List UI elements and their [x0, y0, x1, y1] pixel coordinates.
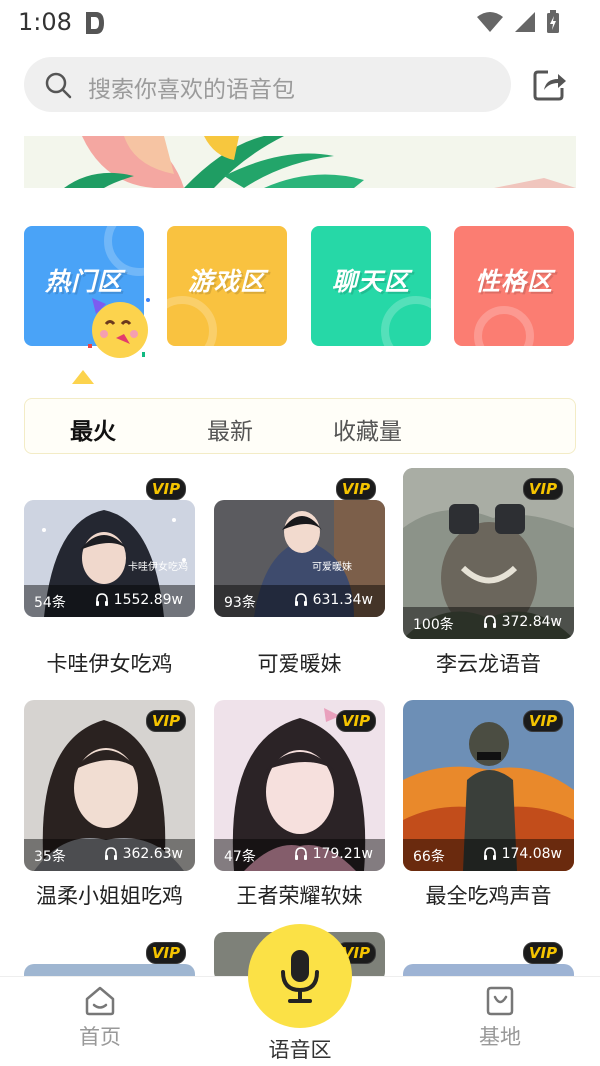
category-game[interactable]: 游戏区 [167, 226, 287, 346]
headphones-icon [483, 847, 496, 860]
card-count: 54条 [34, 595, 66, 611]
vip-badge: VIP [523, 942, 563, 964]
notification-d-icon [86, 12, 104, 34]
card-title: 李云龙语音 [436, 652, 541, 676]
voice-mic-button[interactable] [248, 924, 352, 1028]
vip-badge: VIP [146, 710, 186, 732]
card-count: 35条 [34, 849, 66, 865]
card-plays: 362.63w [104, 846, 183, 862]
category-label: 性格区 [474, 267, 553, 296]
category-label: 聊天区 [331, 267, 410, 296]
thumbnail-caption: 可爱暖妹 [312, 562, 352, 573]
card-plays: 179.21w [294, 846, 373, 862]
home-icon [85, 986, 115, 1016]
card-plays-value: 174.08w [501, 846, 562, 862]
vip-badge: VIP [146, 478, 186, 500]
card-title: 王者荣耀软妹 [236, 884, 363, 908]
card-plays: 1552.89w [95, 592, 183, 608]
thumbnail-caption: 卡哇伊女吃鸡 [128, 562, 188, 573]
category-decoration [381, 296, 431, 346]
vip-badge: VIP [336, 478, 376, 500]
card-plays: 372.84w [483, 614, 562, 630]
battery-icon [547, 10, 559, 33]
card-thumbnail: 卡哇伊女吃鸡 54条 1552.89w [24, 500, 195, 617]
card-meta: 54条 1552.89w [24, 585, 195, 617]
card-count: 66条 [413, 849, 445, 865]
share-icon[interactable] [532, 66, 568, 102]
headphones-icon [294, 847, 307, 860]
tab-hottest[interactable]: 最火 [70, 412, 116, 446]
tab-favorites[interactable]: 收藏量 [333, 412, 402, 446]
card-plays-value: 372.84w [501, 614, 562, 630]
card-title: 卡哇伊女吃鸡 [46, 652, 173, 676]
card-count: 93条 [224, 595, 256, 611]
card-plays: 631.34w [294, 592, 373, 608]
signal-icon [515, 12, 535, 32]
microphone-icon [281, 950, 319, 1003]
confetti-icon [72, 370, 94, 384]
card-meta: 35条 362.63w [24, 839, 195, 871]
headphones-icon [95, 593, 108, 606]
search-icon [45, 72, 72, 99]
search-placeholder: 搜索你喜欢的语音包 [88, 77, 295, 103]
promo-banner[interactable] [24, 136, 576, 188]
status-time: 1:08 [18, 8, 72, 36]
category-label: 游戏区 [187, 267, 266, 296]
nav-voice-label: 语音区 [268, 1038, 332, 1062]
category-decoration [167, 296, 217, 346]
banner-art [24, 136, 576, 188]
card-title: 温柔小姐姐吃鸡 [36, 884, 183, 908]
status-bar: 1:08 [0, 0, 600, 48]
search-bar[interactable]: 搜索你喜欢的语音包 [24, 57, 511, 112]
card-title: 可爱暖妹 [257, 652, 342, 676]
headphones-icon [104, 847, 117, 860]
vip-badge: VIP [523, 478, 563, 500]
vip-badge: VIP [146, 942, 186, 964]
vip-badge: VIP [336, 710, 376, 732]
card-plays-value: 179.21w [312, 846, 373, 862]
sort-tabs: 最火 最新 收藏量 [24, 398, 576, 454]
tab-newest[interactable]: 最新 [207, 412, 253, 446]
card-meta: 100条 372.84w [403, 607, 574, 639]
card-meta: 66条 174.08w [403, 839, 574, 871]
card-meta: 93条 631.34w [214, 585, 385, 617]
card-count: 100条 [413, 617, 454, 633]
nav-home-label: 首页 [79, 1025, 121, 1049]
wifi-icon [477, 12, 503, 32]
card-plays-value: 1552.89w [113, 592, 183, 608]
category-chat[interactable]: 聊天区 [311, 226, 431, 346]
headphones-icon [483, 615, 496, 628]
card-meta: 47条 179.21w [214, 839, 385, 871]
headphones-icon [294, 593, 307, 606]
card-plays: 174.08w [483, 846, 562, 862]
vip-badge: VIP [523, 710, 563, 732]
nav-home[interactable]: 首页 [60, 985, 140, 1051]
card-thumbnail: 可爱暖妹 93条 631.34w [214, 500, 385, 617]
category-decoration [474, 306, 534, 346]
card-plays-value: 631.34w [312, 592, 373, 608]
category-label: 热门区 [44, 267, 123, 296]
nav-base[interactable]: 基地 [460, 985, 540, 1051]
base-icon [486, 986, 514, 1016]
category-personality[interactable]: 性格区 [454, 226, 574, 346]
card-plays-value: 362.63w [122, 846, 183, 862]
card-title: 最全吃鸡声音 [425, 884, 552, 908]
nav-base-label: 基地 [479, 1025, 521, 1049]
card-count: 47条 [224, 849, 256, 865]
party-emoji-icon [88, 298, 150, 358]
